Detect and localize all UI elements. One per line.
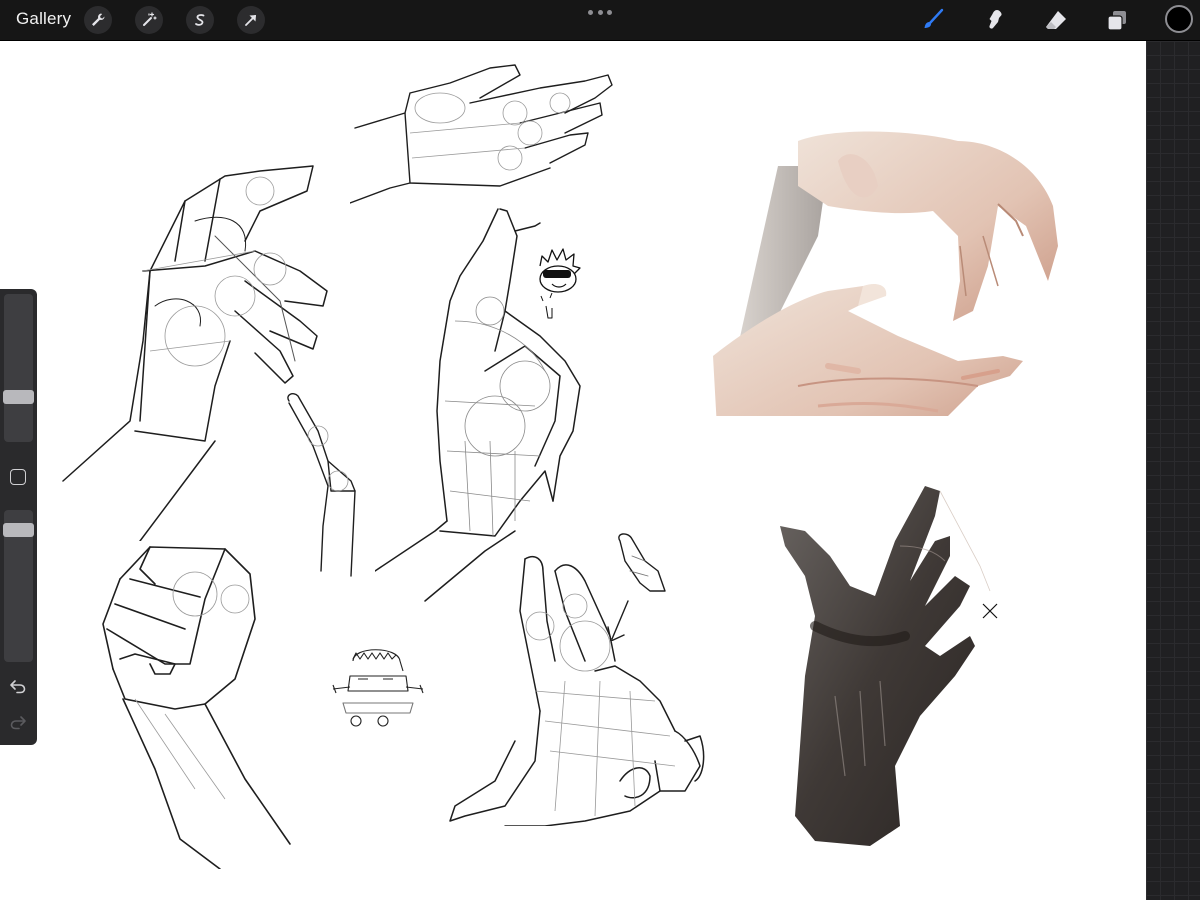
brush-opacity-thumb[interactable] [3, 522, 34, 537]
eraser-icon [1046, 11, 1066, 29]
wrench-icon [92, 13, 105, 26]
brush-sidebar [0, 289, 37, 745]
smudge-icon [989, 10, 1002, 29]
hand-sketch-fist [102, 546, 291, 869]
more-options-button[interactable] [588, 6, 612, 18]
eraser-tool-button[interactable] [1042, 6, 1070, 34]
finger-sketch-small [607, 533, 666, 641]
magic-wand-icon [143, 12, 157, 26]
modify-button[interactable] [10, 469, 26, 485]
top-toolbar: Gallery [0, 0, 1200, 41]
painted-hand-dark [780, 486, 998, 846]
canvas-backdrop-grid [1146, 41, 1200, 900]
redo-icon[interactable] [9, 713, 27, 731]
hand-sketch-flat [350, 64, 613, 204]
doodle-spiky-face [539, 248, 581, 319]
doodle-blob-character [332, 649, 424, 727]
actions-button[interactable] [84, 6, 112, 34]
dot [607, 9, 612, 15]
selection-button[interactable] [186, 6, 214, 34]
color-swatch[interactable] [1165, 5, 1193, 33]
brush-tool-button[interactable] [919, 6, 947, 34]
dot [597, 9, 603, 15]
gallery-button[interactable]: Gallery [16, 9, 71, 29]
brush-size-thumb[interactable] [3, 389, 34, 404]
transform-button[interactable] [237, 6, 265, 34]
selection-s-icon [195, 14, 205, 26]
drawing-canvas[interactable] [0, 41, 1146, 900]
adjustments-button[interactable] [135, 6, 163, 34]
brush-opacity-slider[interactable] [3, 510, 34, 662]
smudge-tool-button[interactable] [980, 6, 1008, 34]
layers-button[interactable] [1103, 6, 1131, 34]
dot [588, 9, 593, 15]
transform-arrow-icon [245, 15, 256, 26]
layers-icon [1107, 11, 1126, 31]
painted-hands-pale [713, 131, 1058, 416]
undo-icon[interactable] [9, 677, 27, 695]
brush-size-slider[interactable] [3, 294, 34, 442]
brush-icon [924, 8, 944, 28]
